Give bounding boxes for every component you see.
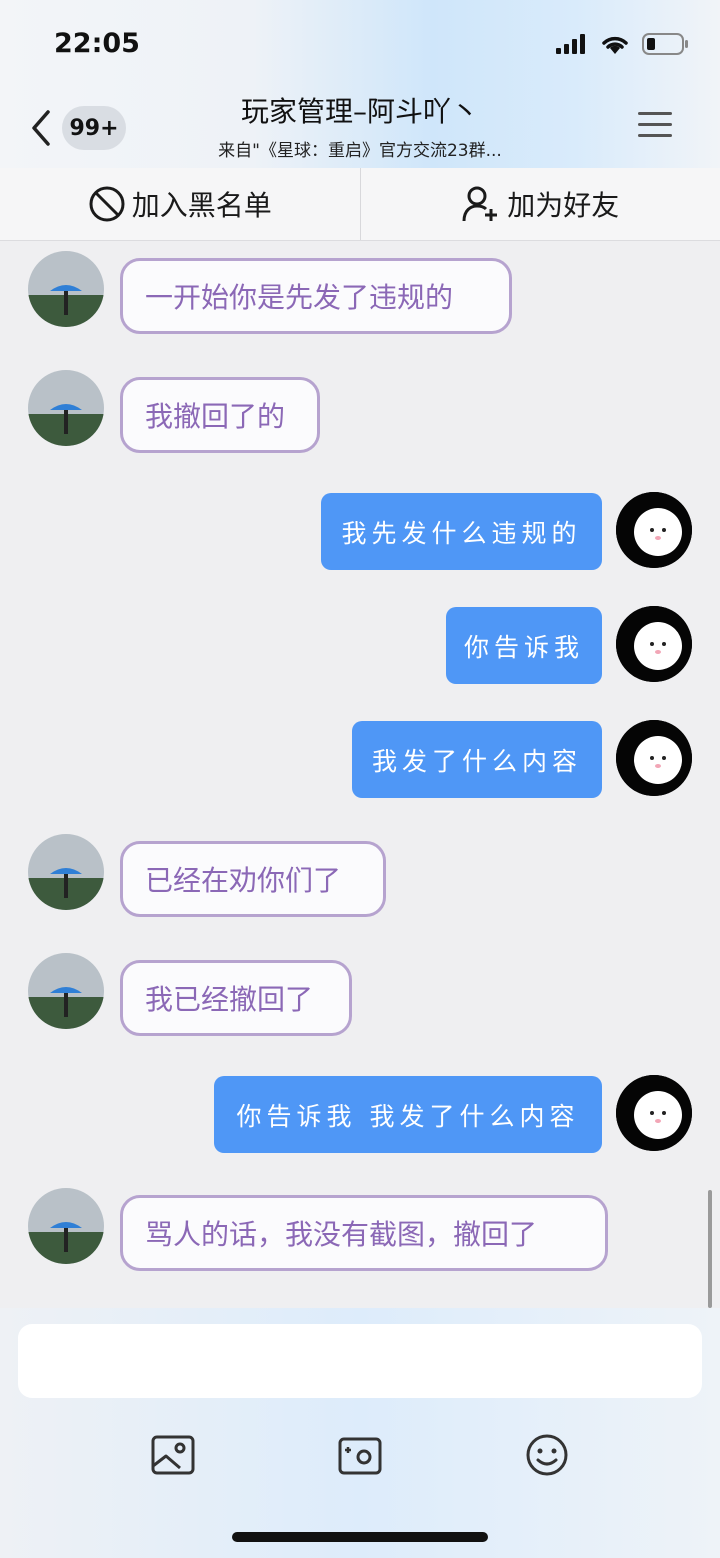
message-text: 你告诉我 [463, 632, 584, 662]
message-text: 你告诉我 我发了什么内容 [236, 1101, 580, 1131]
message-input[interactable] [18, 1324, 702, 1398]
message-text: 我先发什么违规的 [341, 518, 582, 548]
message-bubble-received[interactable]: 骂人的话，我没有截图，撤回了 [120, 1195, 608, 1271]
message-bubble-received[interactable]: 一开始你是先发了违规的 [120, 258, 512, 334]
image-icon[interactable] [150, 1432, 196, 1478]
message-bubble-sent[interactable]: 我发了什么内容 [352, 721, 602, 798]
wifi-icon [602, 36, 628, 54]
chat-scrollbar[interactable] [708, 1190, 712, 1308]
message-bubble-received[interactable]: 我已经撤回了 [120, 960, 352, 1036]
message-text: 一开始你是先发了违规的 [145, 281, 454, 314]
message-text: 我发了什么内容 [371, 746, 582, 776]
hamburger-menu-icon[interactable] [638, 112, 672, 142]
signal-icon [556, 34, 585, 54]
status-time: 22:05 [54, 28, 140, 59]
camera-icon[interactable] [337, 1432, 383, 1478]
status-icons [556, 33, 688, 55]
message-text: 我已经撤回了 [145, 983, 314, 1016]
my-avatar[interactable] [616, 1075, 692, 1151]
my-avatar[interactable] [616, 492, 692, 568]
message-bubble-sent[interactable]: 你告诉我 我发了什么内容 [214, 1076, 602, 1153]
block-icon [89, 186, 125, 222]
contact-avatar[interactable] [28, 953, 104, 1029]
add-user-icon [462, 186, 498, 222]
add-friend-button[interactable]: 加为好友 [361, 168, 720, 240]
contact-avatar[interactable] [28, 251, 104, 327]
emoji-icon[interactable] [524, 1432, 570, 1478]
my-avatar[interactable] [616, 606, 692, 682]
my-avatar[interactable] [616, 720, 692, 796]
unread-badge[interactable]: 99+ [62, 106, 126, 150]
chat-header: 22:05 99+ 玩家管理–阿斗吖丶 来自"《星球：重启》官方交流23群... [0, 0, 720, 168]
message-text: 骂人的话，我没有截图，撤回了 [145, 1218, 538, 1251]
message-bubble-sent[interactable]: 你告诉我 [446, 607, 602, 684]
message-text: 我撤回了的 [145, 400, 286, 433]
contact-avatar[interactable] [28, 1188, 104, 1264]
message-bubble-received[interactable]: 我撤回了的 [120, 377, 320, 453]
composer [0, 1308, 720, 1558]
page-title: 玩家管理–阿斗吖丶 [240, 95, 479, 128]
message-bubble-received[interactable]: 已经在劝你们了 [120, 841, 386, 917]
chevron-left-icon[interactable] [26, 106, 56, 150]
block-label: 加入黑名单 [131, 189, 272, 222]
page-subtitle: 来自"《星球：重启》官方交流23群... [218, 141, 502, 161]
contact-avatar[interactable] [28, 834, 104, 910]
message-bubble-sent[interactable]: 我先发什么违规的 [321, 493, 602, 570]
add-friend-label: 加为好友 [507, 189, 620, 222]
action-bar: 加入黑名单 加为好友 [0, 168, 720, 241]
block-button[interactable]: 加入黑名单 [0, 168, 360, 240]
message-text: 已经在劝你们了 [145, 864, 342, 897]
contact-avatar[interactable] [28, 370, 104, 446]
home-indicator[interactable] [232, 1532, 488, 1542]
battery-icon [642, 33, 688, 55]
